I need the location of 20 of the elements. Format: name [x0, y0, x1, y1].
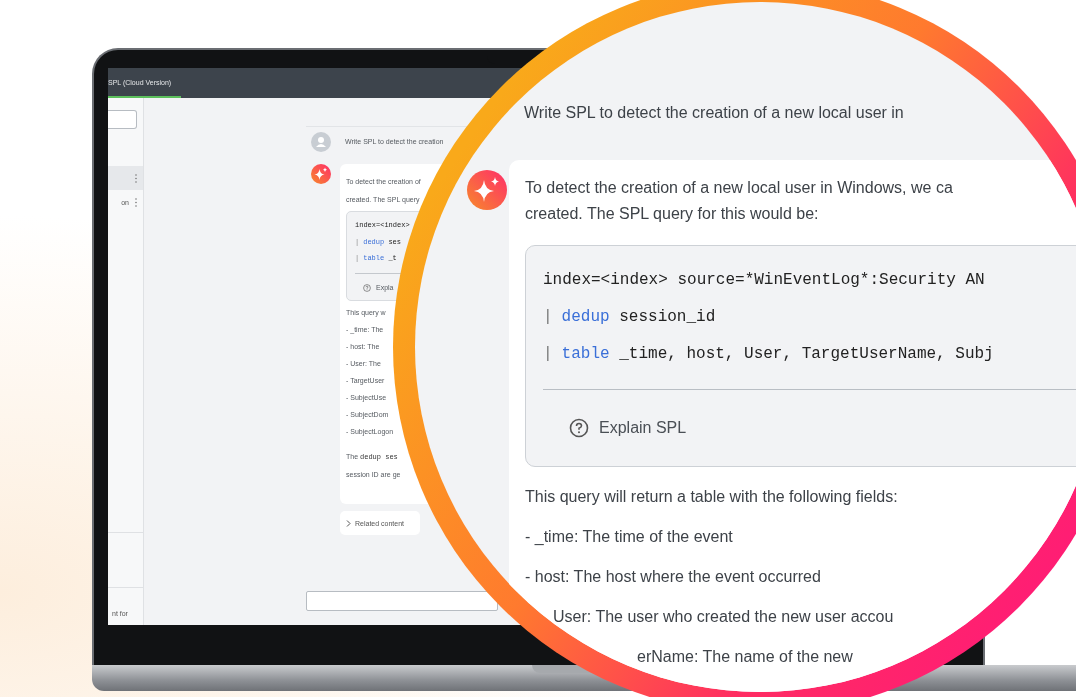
field-description: User: The user who created the new user accou	[553, 607, 894, 627]
answer-text: This query will return a table with the following fields:	[525, 487, 898, 507]
code-line: | dedup session_id	[543, 307, 717, 328]
user-message: Write SPL to detect the creation of a new local user in	[524, 103, 905, 123]
explain-spl-button[interactable]: Explain SPL	[569, 416, 687, 440]
help-icon	[363, 283, 371, 292]
help-icon	[569, 418, 589, 438]
sparkle-avatar-icon	[311, 164, 331, 184]
user-avatar-icon	[311, 132, 331, 152]
sparkle-avatar-icon	[467, 170, 507, 210]
chevron-right-icon	[346, 519, 351, 527]
answer-text: created. The SPL query for this would be:	[525, 204, 820, 224]
code-line: index=<index> source=*WinEventLog*:Security AN	[543, 270, 986, 291]
field-description: - host: The host where the event occurred	[525, 567, 821, 587]
field-description: - _time: The time of the event	[525, 527, 733, 547]
search-field[interactable]	[108, 110, 137, 129]
field-description: erName: The name of the new	[637, 647, 853, 667]
answer-text: To detect the creation of a new local user in Windows, we ca	[525, 178, 954, 198]
code-line: | table _time, host, User, TargetUserName, Subj	[543, 344, 995, 365]
chat-input-field[interactable]	[306, 591, 498, 611]
